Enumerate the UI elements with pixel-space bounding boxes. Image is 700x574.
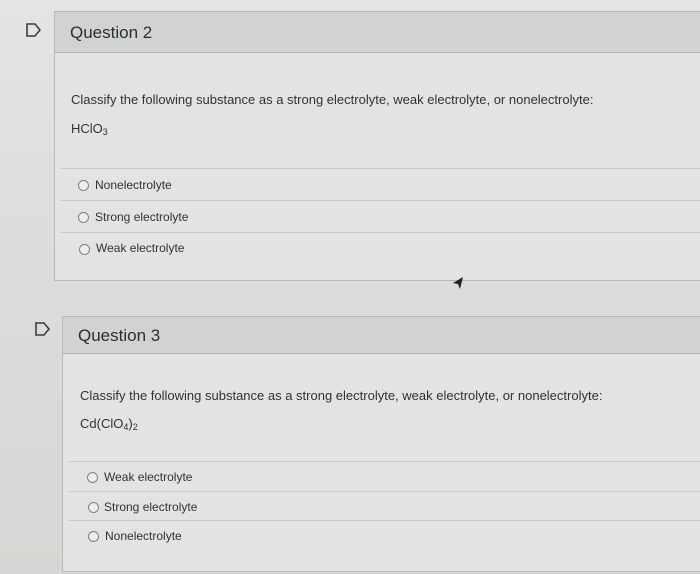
bookmark-flag-icon[interactable]: [35, 322, 50, 336]
formula-text: Cd(ClO: [80, 416, 124, 431]
answer-option[interactable]: Strong electrolyte: [69, 491, 700, 523]
answer-label: Strong electrolyte: [104, 500, 198, 514]
radio-button[interactable]: [78, 212, 89, 223]
question-prompt: Classify the following substance as a st…: [80, 388, 603, 403]
radio-button[interactable]: [79, 244, 90, 255]
mouse-cursor-icon: [453, 277, 463, 289]
answer-label: Strong electrolyte: [95, 210, 189, 224]
question-title: Question 3: [78, 326, 161, 345]
answer-list: Nonelectrolyte Strong electrolyte Weak e…: [61, 168, 700, 263]
radio-button[interactable]: [87, 472, 98, 483]
question-card: Question 3 Classify the following substa…: [62, 316, 700, 572]
formula-subscript: 3: [102, 127, 108, 137]
answer-option[interactable]: Weak electrolyte: [61, 232, 700, 264]
answer-list: Weak electrolyte Strong electrolyte None…: [69, 461, 700, 554]
answer-label: Nonelectrolyte: [95, 178, 172, 192]
answer-label: Weak electrolyte: [104, 470, 193, 484]
bookmark-flag-icon[interactable]: [26, 23, 41, 37]
question-header: Question 3: [63, 317, 700, 354]
answer-option[interactable]: Weak electrolyte: [69, 461, 700, 493]
question-title: Question 2: [70, 23, 153, 42]
radio-button[interactable]: [78, 180, 89, 191]
answer-option[interactable]: Nonelectrolyte: [61, 168, 700, 200]
radio-button[interactable]: [88, 502, 99, 513]
answer-option[interactable]: Strong electrolyte: [61, 200, 700, 232]
question-prompt: Classify the following substance as a st…: [71, 92, 594, 107]
chemical-formula: Cd(ClO4)2: [80, 416, 138, 432]
answer-label: Weak electrolyte: [96, 241, 185, 255]
formula-subscript: 2: [132, 422, 138, 432]
answer-option[interactable]: Nonelectrolyte: [69, 520, 700, 552]
question-card: Question 2 Classify the following substa…: [54, 11, 700, 281]
formula-text: HClO: [71, 121, 103, 136]
question-header: Question 2: [55, 12, 700, 53]
radio-button[interactable]: [88, 531, 99, 542]
answer-label: Nonelectrolyte: [105, 529, 182, 543]
chemical-formula: HClO3: [71, 121, 108, 137]
